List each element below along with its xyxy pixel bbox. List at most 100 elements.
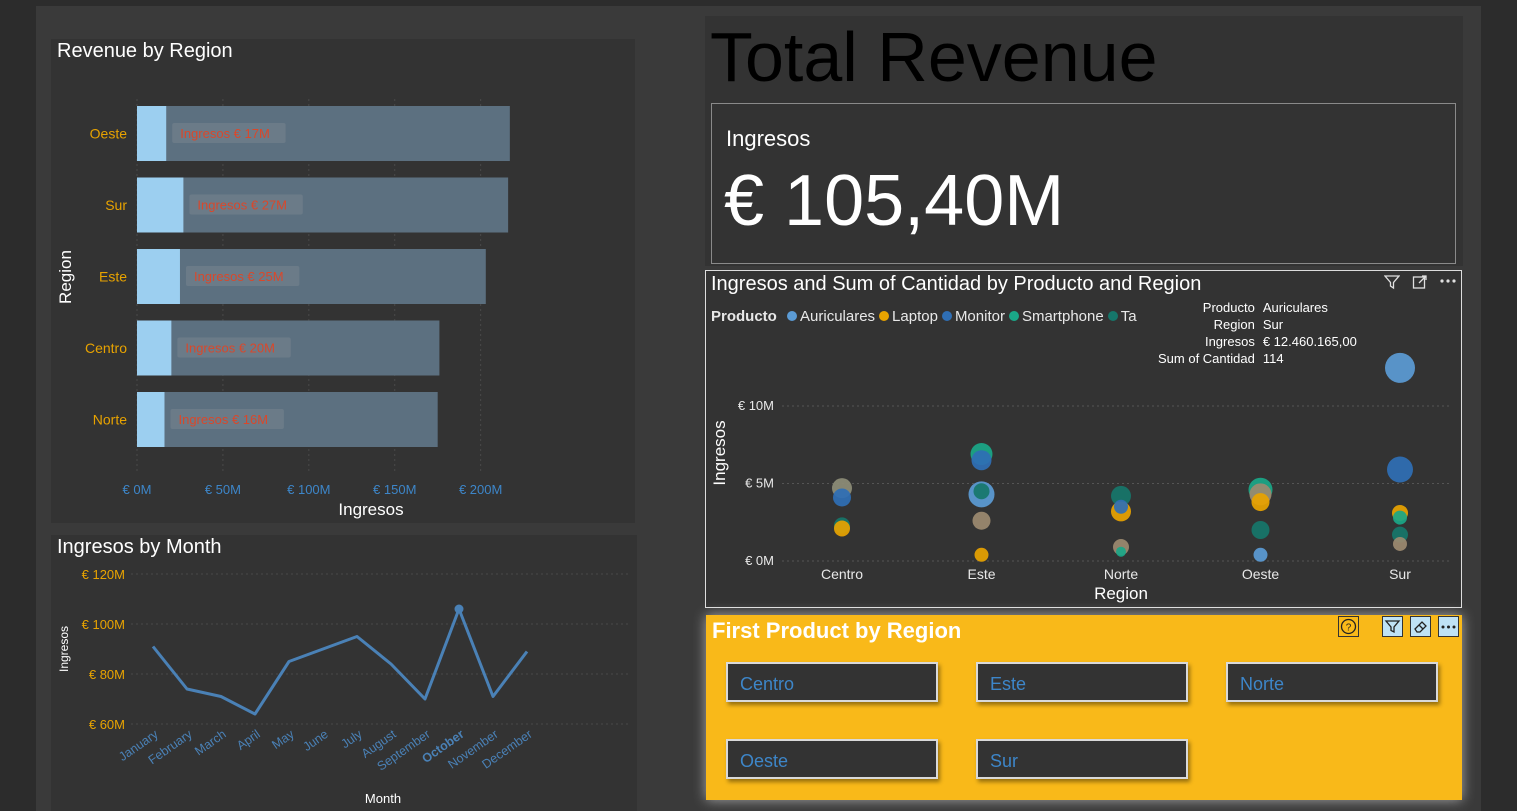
slicer-item-label: Centro [740,674,795,694]
scatter-tooltip: Producto Auriculares Region Sur Ingresos € 12… [1158,300,1361,368]
scatter-point[interactable] [1385,352,1415,383]
x-axis-title: Ingresos [338,500,403,519]
data-label: Ingresos € 17M [180,126,270,141]
y-tick-label: € 10M [738,398,774,413]
y-tick-label: Oeste [90,126,128,142]
bar-highlight [137,106,167,161]
ingresos-by-month-visual[interactable]: Ingresos by Month € 60M € 80M € 100M € 120M… [51,535,637,811]
scatter-point[interactable] [1393,536,1407,551]
legend-item[interactable]: Laptop [879,308,938,325]
canvas-left-margin [0,0,36,811]
scatter-point[interactable] [833,488,851,507]
canvas-right-margin [1481,0,1517,811]
scatter-point[interactable] [1251,521,1270,539]
scatter-visual[interactable]: € 0M € 5M € 10M Centro Este Norte Oeste Sur Regi… [705,270,1462,608]
bar-highlight [137,177,184,233]
data-label: Ingresos € 20M [185,341,275,356]
ingresos-by-month-chart[interactable]: € 60M€ 80M€ 100M€ 120MJanuaryFebruaryMar… [51,535,637,811]
revenue-by-region-visual[interactable]: Revenue by Region € 0M € 50M € 100M € 150M €… [51,39,635,523]
legend-item[interactable]: Smartphone [1008,308,1104,325]
x-tick-label: € 100M [287,482,330,497]
slicer-item-label: Norte [1240,674,1285,694]
legend-swatch [879,311,890,321]
slicer-title: First Product by Region [712,618,962,643]
y-tick-label: € 0M [745,553,774,568]
page-title: Total Revenue [710,18,1158,96]
x-tick-label: Centro [821,566,863,582]
tooltip-key: Sum of Cantidad [1158,351,1255,366]
y-tick-label: € 5M [745,476,774,491]
x-tick-label: June [300,727,330,754]
data-line[interactable] [151,607,529,716]
scatter-point[interactable] [834,520,850,537]
x-axis-title: Region [1094,584,1148,603]
tooltip-key: Region [1213,317,1255,332]
slicer-item-label: Oeste [740,751,789,771]
y-axis-title: Ingresos [57,626,71,672]
legend-label: Smartphone [1021,308,1104,325]
slicer-item-centro[interactable]: Centro [726,662,938,702]
legend-item[interactable]: Monitor [941,308,1005,325]
scatter-point[interactable] [973,483,990,500]
legend-label: Monitor [954,308,1005,325]
scatter-point[interactable] [1114,499,1128,514]
data-label: Ingresos € 27M [197,198,287,213]
legend-label: Auriculares [800,308,876,325]
slicer-item-oeste[interactable]: Oeste [726,739,938,779]
revenue-by-region-chart[interactable]: € 0M € 50M € 100M € 150M € 200M Ingresos € 17… [51,39,635,523]
x-tick-label: € 150M [373,482,416,497]
scatter-point[interactable] [974,547,989,562]
eraser-icon[interactable] [1410,616,1431,637]
first-product-slicer[interactable]: First Product by Region ? Centro Este No… [706,615,1462,800]
tooltip-key: Producto [1202,300,1255,315]
more-options-icon[interactable] [1439,272,1457,292]
x-tick-label: May [269,727,297,752]
bar-highlight [137,392,165,447]
legend-label: Ta [1120,308,1137,325]
legend-item[interactable]: Auriculares [787,308,875,325]
scatter-point[interactable] [1393,510,1407,525]
legend-title: Producto [711,308,777,325]
slicer-item-este[interactable]: Este [976,662,1188,702]
legend-label: Laptop [892,308,938,325]
x-tick-label: Norte [1104,566,1138,582]
scatter-point[interactable] [1253,547,1268,562]
x-tick-label: € 0M [123,482,152,497]
legend-swatch [941,311,952,321]
svg-text:?: ? [1346,623,1352,634]
scatter-point[interactable] [1116,546,1126,557]
help-icon[interactable]: ? [1338,616,1359,637]
filter-icon[interactable] [1382,616,1403,637]
tooltip-value: Auriculares [1262,300,1328,315]
focus-mode-icon[interactable] [1412,274,1428,294]
x-tick-label: March [192,727,229,758]
slicer-item-norte[interactable]: Norte [1226,662,1438,702]
y-axis-title: Ingresos [710,420,729,485]
kpi-card[interactable]: Ingresos € 105,40M [711,103,1456,264]
x-tick-label: Este [967,566,995,582]
more-options-icon[interactable] [1438,616,1459,637]
tooltip-row: Producto Auriculares [1158,300,1361,317]
slicer-item-sur[interactable]: Sur [976,739,1188,779]
filter-icon[interactable] [1383,274,1401,294]
data-label: Ingresos € 25M [194,269,284,284]
scatter-title: Ingresos and Sum of Cantidad by Producto… [711,273,1202,295]
scatter-point[interactable] [971,450,992,471]
scatter-point[interactable] [1387,456,1413,483]
y-tick-label: € 120M [82,567,125,582]
tooltip-row: Ingresos € 12.460.165,00 [1158,334,1361,351]
x-tick-label: Sur [1389,566,1411,582]
data-label: Ingresos € 16M [178,412,268,427]
scatter-point[interactable] [1251,493,1270,512]
scatter-legend[interactable]: Producto Auriculares Laptop Monitor Smartph… [711,308,1149,325]
x-tick-label: April [234,727,263,753]
legend-swatch [1008,311,1019,321]
tooltip-key: Ingresos [1204,334,1255,349]
x-axis-title: Month [365,791,401,806]
bar-highlight [137,320,172,376]
x-tick-label: Oeste [1242,566,1280,582]
y-tick-label: € 60M [89,717,125,732]
scatter-point[interactable] [972,511,991,530]
tooltip-row: Sum of Cantidad 114 [1158,351,1361,368]
legend-item[interactable]: Ta [1107,308,1137,325]
